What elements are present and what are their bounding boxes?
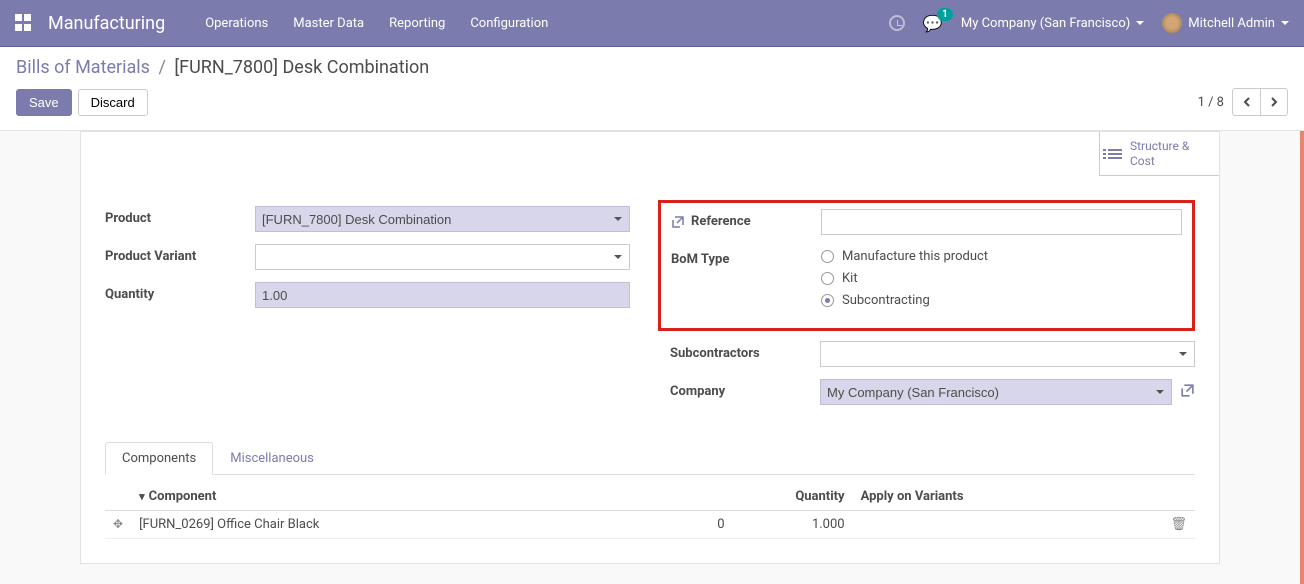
pager: 1 / 8 [1198, 88, 1288, 116]
company-field[interactable] [820, 379, 1172, 405]
radio-icon-selected [821, 294, 834, 307]
bom-type-label: BoM Type [671, 247, 821, 267]
control-panel: Bills of Materials / [FURN_7800] Desk Co… [0, 47, 1304, 131]
list-icon [1108, 149, 1122, 159]
breadcrumb-current: [FURN_7800] Desk Combination [174, 57, 429, 78]
tab-components[interactable]: Components [105, 442, 213, 475]
discard-button[interactable]: Discard [78, 89, 148, 116]
radio-label: Kit [842, 271, 858, 286]
company-name: My Company (San Francisco) [961, 16, 1130, 31]
company-label: Company [670, 379, 820, 399]
chevron-down-icon [1281, 21, 1289, 25]
radio-manufacture[interactable]: Manufacture this product [821, 249, 1182, 264]
button-box: Structure & Cost [81, 132, 1219, 176]
structure-cost-button[interactable]: Structure & Cost [1099, 132, 1219, 176]
form-sheet: Structure & Cost Product Product Variant [80, 131, 1220, 564]
radio-label: Subcontracting [842, 293, 930, 308]
stat-text: Structure & Cost [1130, 139, 1189, 168]
external-link-icon[interactable] [671, 215, 685, 229]
cell-mid: 0 [643, 511, 733, 539]
app-brand[interactable]: Manufacturing [48, 13, 165, 34]
col-component[interactable]: Component [131, 483, 643, 511]
form-left-column: Product Product Variant Quantity [105, 206, 630, 417]
variant-label: Product Variant [105, 244, 255, 264]
quantity-label: Quantity [105, 282, 255, 302]
chevron-right-icon [1271, 97, 1278, 107]
breadcrumb-separator: / [158, 57, 165, 78]
bom-type-radio-group: Manufacture this product Kit Subcontract… [821, 247, 1182, 308]
product-label: Product [105, 206, 255, 226]
chat-badge: 1 [937, 8, 953, 21]
user-name: Mitchell Admin [1188, 16, 1275, 31]
cell-component[interactable]: [FURN_0269] Office Chair Black [131, 511, 643, 539]
nav-menu-configuration[interactable]: Configuration [470, 16, 548, 31]
reference-label: Reference [671, 209, 821, 229]
company-external-link-icon[interactable] [1180, 383, 1195, 402]
highlight-box: Reference BoM Type [658, 200, 1195, 331]
cell-quantity[interactable]: 1.000 [733, 511, 853, 539]
table-row[interactable]: ✥ [FURN_0269] Office Chair Black 0 1.000… [105, 511, 1195, 539]
navbar: Manufacturing Operations Master Data Rep… [0, 0, 1304, 46]
user-menu[interactable]: Mitchell Admin [1162, 13, 1289, 33]
nav-right: 💬 1 My Company (San Francisco) Mitchell … [889, 13, 1289, 33]
chat-button[interactable]: 💬 1 [923, 14, 943, 33]
subcontractors-field[interactable] [820, 341, 1195, 367]
pager-next-button[interactable] [1260, 88, 1288, 116]
pager-prev-button[interactable] [1232, 88, 1260, 116]
nav-menu-master-data[interactable]: Master Data [293, 16, 364, 31]
trash-icon[interactable]: 🗑 [1170, 517, 1187, 532]
chevron-down-icon [1136, 21, 1144, 25]
nav-menu-operations[interactable]: Operations [205, 16, 268, 31]
radio-label: Manufacture this product [842, 249, 988, 264]
tabs: Components Miscellaneous [105, 441, 1195, 475]
radio-kit[interactable]: Kit [821, 271, 1182, 286]
product-field[interactable] [255, 206, 630, 232]
breadcrumb-root[interactable]: Bills of Materials [16, 57, 150, 78]
col-quantity[interactable]: Quantity [733, 483, 853, 511]
apps-icon[interactable] [15, 14, 33, 32]
radio-icon [821, 250, 834, 263]
cell-apply[interactable] [853, 511, 1163, 539]
pager-text[interactable]: 1 / 8 [1198, 95, 1224, 110]
radio-subcontracting[interactable]: Subcontracting [821, 293, 1182, 308]
avatar [1162, 13, 1182, 33]
form-container: Structure & Cost Product Product Variant [0, 131, 1304, 584]
radio-icon [821, 272, 834, 285]
nav-menu-reporting[interactable]: Reporting [389, 16, 445, 31]
activity-icon[interactable] [889, 15, 905, 31]
variant-field[interactable] [255, 244, 630, 270]
breadcrumb: Bills of Materials / [FURN_7800] Desk Co… [16, 57, 1288, 78]
quantity-field[interactable] [255, 282, 630, 308]
col-apply-variants[interactable]: Apply on Variants [853, 483, 1163, 511]
subcontractors-label: Subcontractors [670, 341, 820, 361]
components-table: Component Quantity Apply on Variants ✥ [… [105, 483, 1195, 539]
company-switcher[interactable]: My Company (San Francisco) [961, 16, 1144, 31]
save-button[interactable]: Save [16, 89, 72, 116]
reference-field[interactable] [821, 209, 1182, 235]
tab-miscellaneous[interactable]: Miscellaneous [213, 442, 331, 475]
chevron-left-icon [1243, 97, 1250, 107]
form-right-column: Reference BoM Type [670, 206, 1195, 417]
nav-menu: Operations Master Data Reporting Configu… [205, 16, 889, 31]
